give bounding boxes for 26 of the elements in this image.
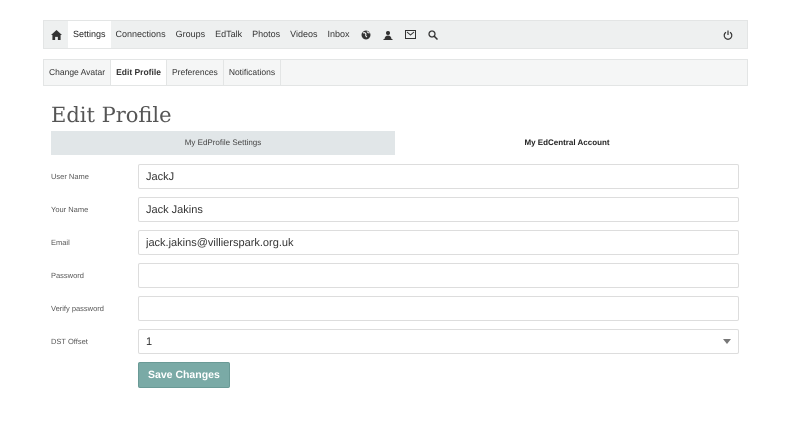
subnav-item[interactable]: Preferences [166, 60, 224, 85]
nav-item[interactable]: Settings [68, 21, 111, 48]
power-icon[interactable] [723, 30, 733, 40]
subnav-item[interactable]: Edit Profile [111, 60, 167, 85]
page-title: Edit Profile [51, 102, 173, 129]
select-field[interactable]: 1 [138, 329, 739, 354]
nav-item[interactable]: Photos [247, 21, 286, 48]
input-field[interactable]: Jack Jakins [138, 197, 739, 222]
nav-item[interactable]: Videos [285, 21, 322, 48]
search-icon[interactable] [428, 30, 438, 40]
nav-item[interactable]: EdTalk [210, 21, 248, 48]
nav-item[interactable]: Connections [110, 21, 171, 48]
input-field[interactable]: jack.jakins@villierspark.org.uk [138, 230, 739, 255]
home-icon[interactable] [51, 30, 62, 40]
select-value: 1 [146, 336, 152, 348]
tab[interactable]: My EdProfile Settings [51, 131, 395, 155]
input-field[interactable] [138, 263, 739, 288]
mail-icon[interactable] [404, 30, 416, 39]
input-field[interactable] [138, 296, 739, 321]
subnav-item[interactable]: Notifications [224, 60, 282, 85]
person-icon[interactable] [382, 30, 393, 40]
globe-icon[interactable] [360, 30, 371, 40]
nav-item[interactable]: Groups [170, 21, 210, 48]
nav-item[interactable]: Inbox [322, 21, 355, 48]
dropdown-caret-icon [723, 339, 731, 344]
input-field[interactable]: JackJ [138, 164, 739, 189]
